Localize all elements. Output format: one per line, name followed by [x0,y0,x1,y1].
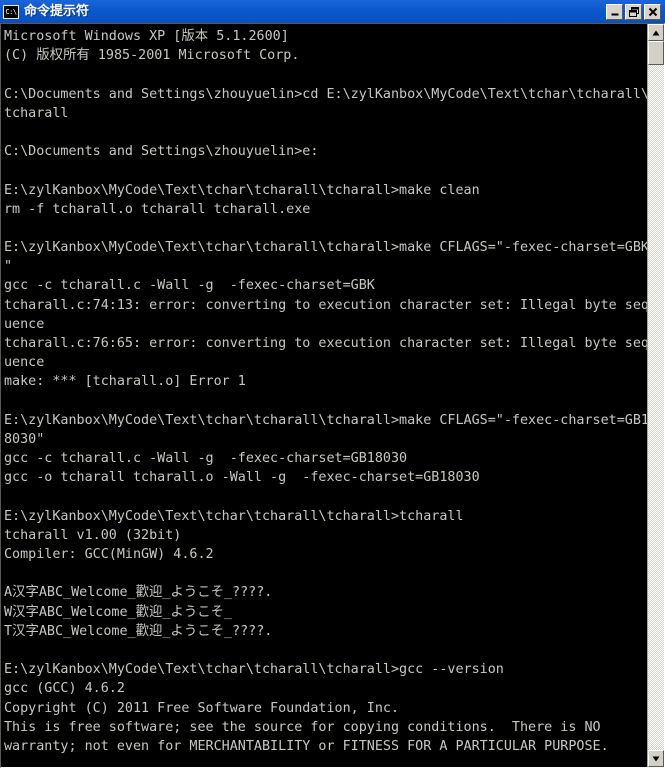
console-line: E:\zylKanbox\MyCode\Text\tchar\tcharall\… [4,240,647,256]
console-line: (C) 版权所有 1985-2001 Microsoft Corp. [4,48,300,64]
console-line: rm -f tcharall.o tcharall tcharall.exe [4,201,311,217]
console-line: C:\Documents and Settings\zhouyuelin>cd … [4,86,647,102]
console-line: C:\Documents and Settings\zhouyuelin>e: [4,144,319,160]
vertical-scrollbar[interactable] [647,24,664,767]
console-line: E:\zylKanbox\MyCode\Text\tchar\tcharall\… [4,662,504,678]
window-controls [606,3,661,20]
console-line: tcharall.c:74:13: error: converting to e… [4,297,647,313]
console-line: uence [4,316,45,332]
command-prompt-window: C:\ 命令提示符 Microsoft Windows XP [版本 5.1.2… [0,0,665,768]
command-prompt-icon[interactable]: C:\ [3,4,19,19]
command-prompt-icon-text: C:\ [5,8,17,16]
minimize-button[interactable] [606,3,623,20]
console-line: Microsoft Windows XP [版本 5.1.2600] [4,29,289,44]
titlebar[interactable]: C:\ 命令提示符 [0,0,665,23]
console-line: E:\zylKanbox\MyCode\Text\tchar\tcharall\… [4,508,464,524]
console-line: tcharall [4,105,69,121]
console-line: " [4,259,13,275]
scroll-track[interactable] [648,65,664,750]
console-line: E:\zylKanbox\MyCode\Text\tchar\tcharall\… [4,182,480,198]
console-line: W汉字ABC_Welcome_歡迎_ようこそ_ [4,604,233,620]
restore-button[interactable] [625,3,642,20]
console-line: tcharall v1.00 (32bit) [4,527,182,543]
console-line: warranty; not even for MERCHANTABILITY o… [4,738,609,754]
console-line: tcharall.c:76:65: error: converting to e… [4,336,647,351]
console-lines: Microsoft Windows XP [版本 5.1.2600] (C) 版权… [4,27,647,767]
console-line: make: *** [tcharall.o] Error 1 [4,374,246,390]
client-area: Microsoft Windows XP [版本 5.1.2600] (C) 版权… [0,23,665,768]
console-line: gcc -c tcharall.c -Wall -g -fexec-charse… [4,451,408,467]
console-line: A汉字ABC_Welcome_歡迎_ようこそ_????. [4,585,273,601]
console-line: This is free software; see the source fo… [4,719,601,735]
scroll-down-button[interactable] [648,750,664,767]
console-line: uence [4,355,45,371]
scroll-up-button[interactable] [648,24,664,41]
scroll-thumb[interactable] [648,41,664,65]
close-button[interactable] [644,3,661,20]
console-line: 8030" [4,431,45,447]
console-line: gcc -o tcharall tcharall.o -Wall -g -fex… [4,470,480,486]
console-line: Compiler: GCC(MinGW) 4.6.2 [4,547,214,563]
console-line: E:\zylKanbox\MyCode\Text\tchar\tcharall\… [4,412,647,428]
window-title: 命令提示符 [24,4,90,19]
console-line: T汉字ABC_Welcome_歡迎_ようこそ_????. [4,623,273,639]
console-line: gcc -c tcharall.c -Wall -g -fexec-charse… [4,278,375,294]
console-output-pane[interactable]: Microsoft Windows XP [版本 5.1.2600] (C) 版权… [1,24,647,767]
console-line: gcc (GCC) 4.6.2 [4,681,125,697]
console-line: Copyright (C) 2011 Free Software Foundat… [4,700,400,716]
